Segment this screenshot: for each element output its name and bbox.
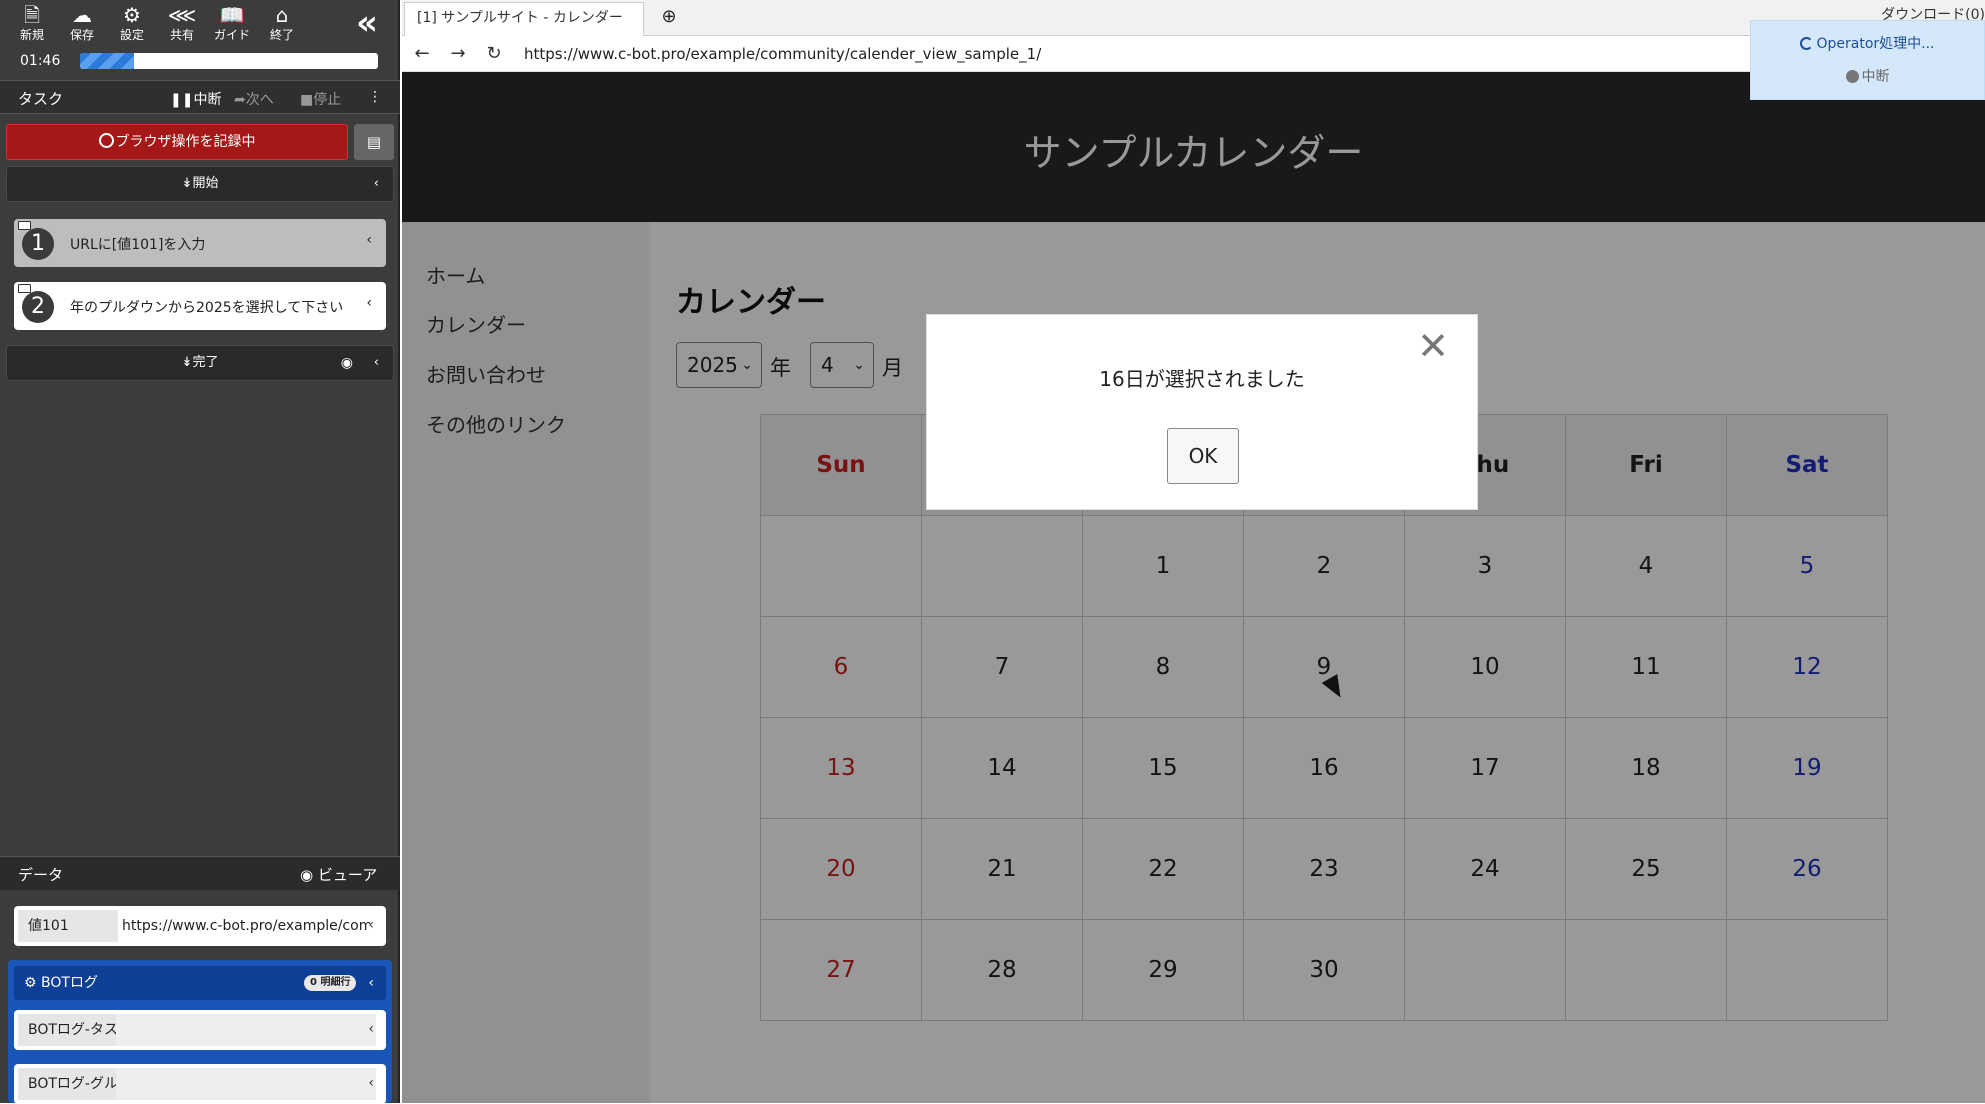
- start-group[interactable]: ↡開始 ‹: [6, 166, 394, 202]
- chevron-left-icon[interactable]: ‹: [368, 1075, 374, 1091]
- modal-backdrop: [402, 72, 1985, 1103]
- chevron-left-icon[interactable]: ‹: [366, 295, 372, 311]
- exit-icon: ⌂: [275, 3, 289, 27]
- next-button[interactable]: ➦次へ: [234, 89, 274, 109]
- cloud-upload-icon: ☁: [72, 3, 92, 27]
- share-button[interactable]: ⋘ 共有: [158, 4, 206, 43]
- botlog-task-key: BOTログ-タスク: [18, 1014, 116, 1046]
- botlog-header[interactable]: ⚙ BOTログ 0 明細行 ‹: [14, 966, 386, 1000]
- data-title: データ: [18, 866, 64, 884]
- step-number: 1: [22, 228, 54, 260]
- pause-button[interactable]: ❚❚中断: [170, 89, 221, 109]
- viewer-button[interactable]: ◉ ビューア: [300, 864, 377, 885]
- comment-icon: [18, 284, 31, 293]
- value-key: 値101: [18, 910, 118, 942]
- chevron-left-icon[interactable]: ‹: [366, 232, 372, 248]
- botlog-task-row[interactable]: BOTログ-タスク ‹: [14, 1010, 386, 1050]
- spinner-icon: [1800, 37, 1814, 50]
- progress-fill: [80, 53, 134, 69]
- botlog-group-row[interactable]: BOTログ-グループ ‹: [14, 1064, 386, 1104]
- recording-button[interactable]: ブラウザ操作を記録中: [6, 124, 348, 160]
- eye-icon: ◉: [300, 866, 314, 884]
- new-tab-icon[interactable]: ⊕: [658, 6, 680, 28]
- task-title: タスク: [18, 90, 64, 108]
- web-page: サンプルカレンダー ホーム カレンダー お問い合わせ その他のリンク カレンダー…: [402, 72, 1985, 1103]
- ok-button[interactable]: OK: [1167, 428, 1239, 484]
- reload-icon[interactable]: ↻: [482, 42, 506, 66]
- chevron-left-icon[interactable]: ‹: [368, 1021, 374, 1037]
- settings-button[interactable]: ⚙ 設定: [108, 4, 156, 43]
- step-label: 年のプルダウンから2025を選択して下さい: [70, 300, 344, 316]
- botlog-icon: ⚙: [24, 975, 37, 991]
- progress-bar: [80, 53, 378, 69]
- pause-icon: [1845, 70, 1859, 83]
- operator-status-panel: Operator処理中... 中断: [1750, 20, 1985, 100]
- chevron-left-icon[interactable]: ‹: [368, 917, 374, 933]
- image-button[interactable]: ▤: [354, 124, 394, 160]
- image-icon: ▤: [366, 133, 382, 151]
- navigation-bar: ← → ↻ https://www.c-bot.pro/example/comm…: [402, 36, 1985, 72]
- chevrons-down-icon: ↡: [181, 355, 193, 370]
- share-icon: ⋘: [167, 3, 197, 27]
- forward-icon[interactable]: →: [446, 42, 470, 66]
- step-number: 2: [22, 291, 54, 323]
- operator-pause-button[interactable]: 中断: [1751, 66, 1984, 86]
- botlog-task-value[interactable]: [116, 1014, 376, 1046]
- task-panel: 🗎 新規 ☁ 保存 ⚙ 設定 ⋘ 共有 📖 ガイド ⌂ 終了 « 01:46 タスク ❚❚中…: [0, 0, 400, 1104]
- botlog-group-key: BOTログ-グループ: [18, 1068, 116, 1100]
- close-icon[interactable]: ✕: [1417, 327, 1449, 365]
- save-button[interactable]: ☁ 保存: [58, 4, 106, 43]
- botlog-group-value[interactable]: [116, 1068, 376, 1100]
- chevron-left-icon[interactable]: ‹: [374, 346, 379, 380]
- chevron-left-icon[interactable]: ‹: [368, 966, 374, 1000]
- task-header: タスク ❚❚中断 ➦次へ ■停止 ⋮: [0, 80, 400, 114]
- stop-button[interactable]: ■停止: [300, 89, 341, 109]
- row-count-badge: 0 明細行: [304, 975, 357, 991]
- data-header: データ ◉ ビューア: [0, 856, 400, 890]
- tab-bar: [1] サンプルサイト - カレンダー ⊕ ダウンロード(0): [402, 0, 1985, 36]
- camera-icon[interactable]: ◉: [341, 346, 353, 380]
- new-file-icon: 🗎: [23, 3, 41, 27]
- chevron-left-icon[interactable]: ‹: [374, 167, 379, 201]
- operator-status: Operator処理中...: [1751, 33, 1984, 53]
- chevrons-down-icon: ↡: [181, 176, 193, 191]
- end-group[interactable]: ↡完了 ◉ ‹: [6, 345, 394, 381]
- more-options-icon[interactable]: ⋮: [368, 89, 382, 105]
- guide-button[interactable]: 📖 ガイド: [208, 4, 256, 43]
- exit-button[interactable]: ⌂ 終了: [258, 4, 306, 43]
- browser-tab[interactable]: [1] サンプルサイト - カレンダー: [404, 2, 644, 36]
- collapse-panel-icon[interactable]: «: [356, 6, 378, 40]
- gear-icon: ⚙: [123, 3, 141, 27]
- pause-icon: ❚❚: [170, 92, 194, 108]
- comment-icon: [18, 221, 31, 230]
- new-button[interactable]: 🗎 新規: [8, 4, 56, 43]
- record-icon: [98, 133, 114, 148]
- next-icon: ➦: [234, 92, 246, 108]
- dialog-message: 16日が選択されました: [1099, 367, 1305, 391]
- step-1[interactable]: 1 URLに[値101]を入力 ‹: [14, 219, 386, 267]
- back-icon[interactable]: ←: [410, 42, 434, 66]
- stop-icon: ■: [300, 92, 314, 108]
- step-2[interactable]: 2 年のプルダウンから2025を選択して下さい ‹: [14, 282, 386, 330]
- elapsed-time: 01:46: [20, 53, 61, 69]
- alert-dialog: ✕ 16日が選択されました OK: [926, 314, 1478, 510]
- book-icon: 📖: [219, 3, 245, 27]
- value-row[interactable]: 値101 https://www.c-bot.pro/example/commu…: [14, 906, 386, 946]
- address-bar[interactable]: https://www.c-bot.pro/example/community/…: [524, 42, 1041, 66]
- step-label: URLに[値101]を入力: [70, 237, 206, 253]
- browser-window: [1] サンプルサイト - カレンダー ⊕ ダウンロード(0) ← → ↻ ht…: [402, 0, 1985, 1103]
- value-field[interactable]: https://www.c-bot.pro/example/community/…: [122, 910, 370, 942]
- botlog-group: ⚙ BOTログ 0 明細行 ‹ BOTログ-タスク ‹ BOTログ-グループ ‹: [8, 960, 392, 1104]
